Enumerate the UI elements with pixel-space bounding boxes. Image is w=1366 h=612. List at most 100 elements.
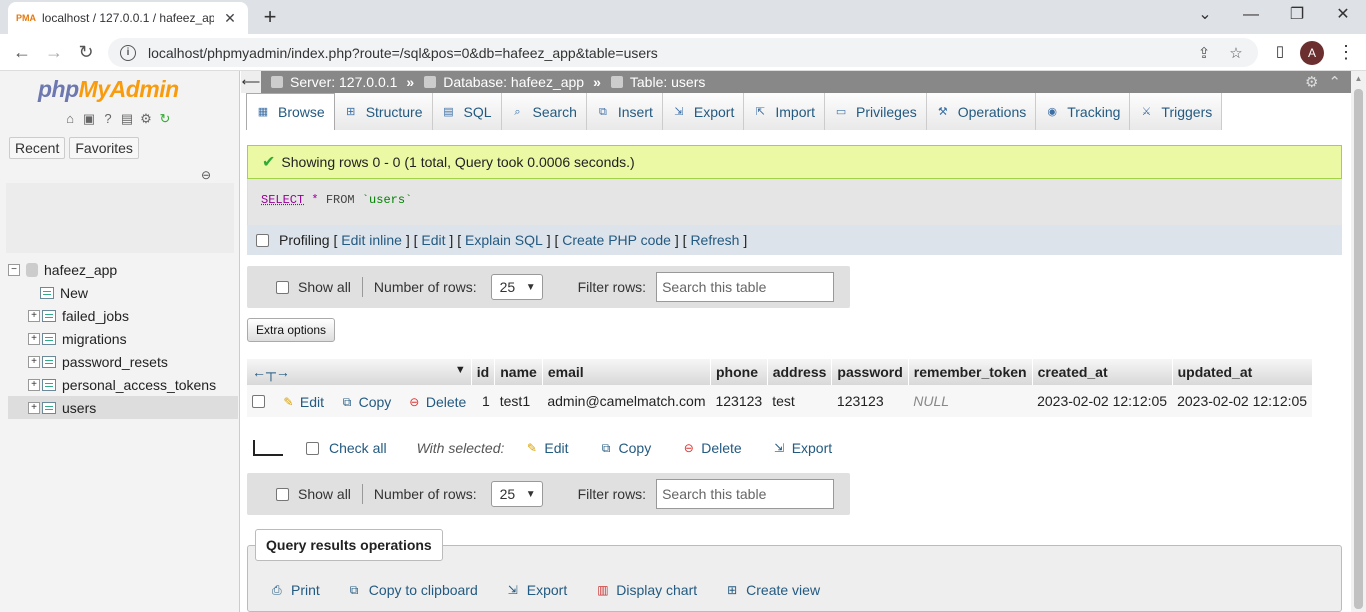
reload-icon[interactable]: ↻	[74, 40, 98, 64]
copy-to-clipboard-link[interactable]: ⧉ Copy to clipboard	[350, 582, 478, 598]
expand-icon[interactable]: +	[28, 355, 40, 368]
tree-item-table[interactable]: + personal_access_tokens	[8, 373, 238, 396]
settings-gear-icon[interactable]: ⚙	[1305, 73, 1318, 91]
rows-per-page-select[interactable]: 25 ▼	[490, 274, 543, 300]
collapse-top-icon[interactable]: ⌃	[1328, 73, 1341, 91]
tab-search[interactable]: ⌕ Search	[501, 93, 587, 130]
column-sort-arrows[interactable]: ←┬→ ▼	[247, 359, 472, 385]
cell-phone[interactable]: 123123	[710, 385, 768, 417]
tree-item-table[interactable]: + failed_jobs	[8, 304, 238, 327]
display-chart-link[interactable]: ▥ Display chart	[597, 582, 697, 598]
share-icon[interactable]: ⇪	[1194, 44, 1214, 62]
column-header[interactable]: address	[767, 359, 833, 385]
forward-icon[interactable]: →	[42, 40, 66, 64]
expand-icon[interactable]: +	[28, 378, 40, 391]
refresh-link[interactable]: Refresh	[690, 232, 739, 248]
site-info-icon[interactable]: i	[120, 44, 136, 61]
tab-search-icon[interactable]: ⌄	[1193, 4, 1217, 28]
column-header[interactable]: id	[471, 359, 496, 385]
expand-icon[interactable]: +	[28, 309, 40, 322]
rows-per-page-select[interactable]: 25 ▼	[490, 481, 543, 507]
column-header[interactable]: remember_token	[908, 359, 1033, 385]
help-icon[interactable]: ?	[100, 111, 116, 127]
column-header[interactable]: phone	[710, 359, 768, 385]
docs-icon[interactable]: ▤	[119, 111, 135, 127]
restore-icon[interactable]: ❐	[1285, 4, 1309, 28]
breadcrumb-table[interactable]: Table: users	[610, 74, 705, 90]
sql-select-keyword[interactable]: SELECT	[261, 193, 304, 207]
explain-sql-link[interactable]: Explain SQL	[465, 232, 543, 248]
tab-browse[interactable]: ▦ Browse	[246, 93, 335, 130]
tab-sql[interactable]: ▤ SQL	[432, 93, 502, 130]
extra-options-button[interactable]: Extra options	[247, 318, 336, 342]
scroll-up-icon[interactable]: ▲	[1351, 71, 1366, 86]
minimize-icon[interactable]: —	[1239, 4, 1263, 28]
tab-export[interactable]: ⇲ Export	[662, 93, 745, 130]
tree-item-table-selected[interactable]: + users	[8, 396, 238, 419]
main-scrollbar[interactable]: ▲	[1351, 71, 1366, 612]
cell-updated-at[interactable]: 2023-02-02 12:12:05	[1172, 385, 1313, 417]
edit-inline-link[interactable]: Edit inline	[341, 232, 402, 248]
show-all-checkbox[interactable]	[276, 280, 289, 294]
sort-dropdown-icon[interactable]: ▼	[455, 364, 466, 376]
tab-insert[interactable]: ⧉ Insert	[586, 93, 663, 130]
favorites-button[interactable]: Favorites	[69, 137, 139, 159]
column-header[interactable]: created_at	[1032, 359, 1173, 385]
bulk-copy-button[interactable]: ⧉ Copy	[599, 440, 651, 456]
reload-nav-icon[interactable]: ↻	[157, 111, 173, 127]
bulk-edit-button[interactable]: ✎ Edit	[524, 440, 569, 456]
breadcrumb-database[interactable]: Database: hafeez_app	[424, 74, 584, 90]
row-copy-button[interactable]: ⧉ Copy	[340, 394, 391, 410]
browser-tab[interactable]: PMA localhost / 127.0.0.1 / hafeez_app ✕	[8, 2, 248, 34]
browser-menu-icon[interactable]: ⋮	[1336, 40, 1356, 64]
tree-database[interactable]: − hafeez_app	[8, 258, 238, 281]
check-all-checkbox[interactable]	[306, 441, 319, 455]
collapse-icon[interactable]: −	[8, 263, 20, 276]
tree-item-table[interactable]: + password_resets	[8, 350, 238, 373]
column-header[interactable]: updated_at	[1172, 359, 1313, 385]
create-view-link[interactable]: ⊞ Create view	[727, 582, 820, 598]
side-panel-icon[interactable]: ▯	[1270, 42, 1290, 62]
url-field[interactable]: i localhost/phpmyadmin/index.php?route=/…	[108, 38, 1258, 67]
bulk-export-button[interactable]: ⇲ Export	[772, 440, 832, 456]
close-tab-icon[interactable]: ✕	[222, 10, 238, 27]
expand-icon[interactable]: +	[28, 332, 40, 345]
export-link[interactable]: ⇲ Export	[508, 582, 567, 598]
tree-item-table[interactable]: + migrations	[8, 327, 238, 350]
row-delete-button[interactable]: ⊖ Delete	[407, 394, 466, 410]
row-checkbox[interactable]	[252, 395, 265, 409]
scrollbar-thumb[interactable]	[1354, 89, 1363, 609]
tab-operations[interactable]: ⚒ Operations	[926, 93, 1037, 130]
close-window-icon[interactable]: ✕	[1331, 4, 1355, 28]
cell-remember-token[interactable]: NULL	[908, 385, 1033, 417]
show-all-checkbox[interactable]	[276, 487, 289, 501]
recent-button[interactable]: Recent	[9, 137, 66, 159]
tree-item-new[interactable]: New	[8, 281, 238, 304]
breadcrumb-server[interactable]: Server: 127.0.0.1	[271, 74, 397, 90]
cell-password[interactable]: 123123	[831, 385, 909, 417]
tab-import[interactable]: ⇱ Import	[744, 93, 826, 130]
bulk-delete-button[interactable]: ⊖ Delete	[681, 440, 742, 456]
new-tab-button[interactable]: +	[258, 4, 282, 30]
column-header[interactable]: password	[831, 359, 909, 385]
home-icon[interactable]: ⌂	[62, 111, 78, 127]
cell-address[interactable]: test	[767, 385, 832, 417]
settings-gear-icon[interactable]: ⚙	[138, 111, 154, 127]
collapse-nav-icon[interactable]: ⟵	[241, 71, 261, 93]
cell-email[interactable]: admin@camelmatch.com	[542, 385, 711, 417]
cell-name[interactable]: test1	[494, 385, 543, 417]
row-edit-button[interactable]: ✎ Edit	[281, 394, 324, 410]
check-all-label[interactable]: Check all	[329, 440, 387, 456]
logout-icon[interactable]: ▣	[81, 111, 97, 127]
phpmyadmin-logo[interactable]: phpMyAdmin	[38, 76, 179, 103]
cell-created-at[interactable]: 2023-02-02 12:12:05	[1032, 385, 1173, 417]
create-php-code-link[interactable]: Create PHP code	[562, 232, 671, 248]
filter-rows-input[interactable]: Search this table	[656, 479, 835, 509]
tab-structure[interactable]: ⊞ Structure	[334, 93, 433, 130]
column-header[interactable]: email	[542, 359, 711, 385]
edit-link[interactable]: Edit	[421, 232, 445, 248]
filter-rows-input[interactable]: Search this table	[656, 272, 835, 302]
tab-tracking[interactable]: ◉ Tracking	[1036, 93, 1131, 130]
profiling-checkbox[interactable]	[256, 233, 269, 247]
tab-triggers[interactable]: ⚔ Triggers	[1130, 93, 1223, 130]
